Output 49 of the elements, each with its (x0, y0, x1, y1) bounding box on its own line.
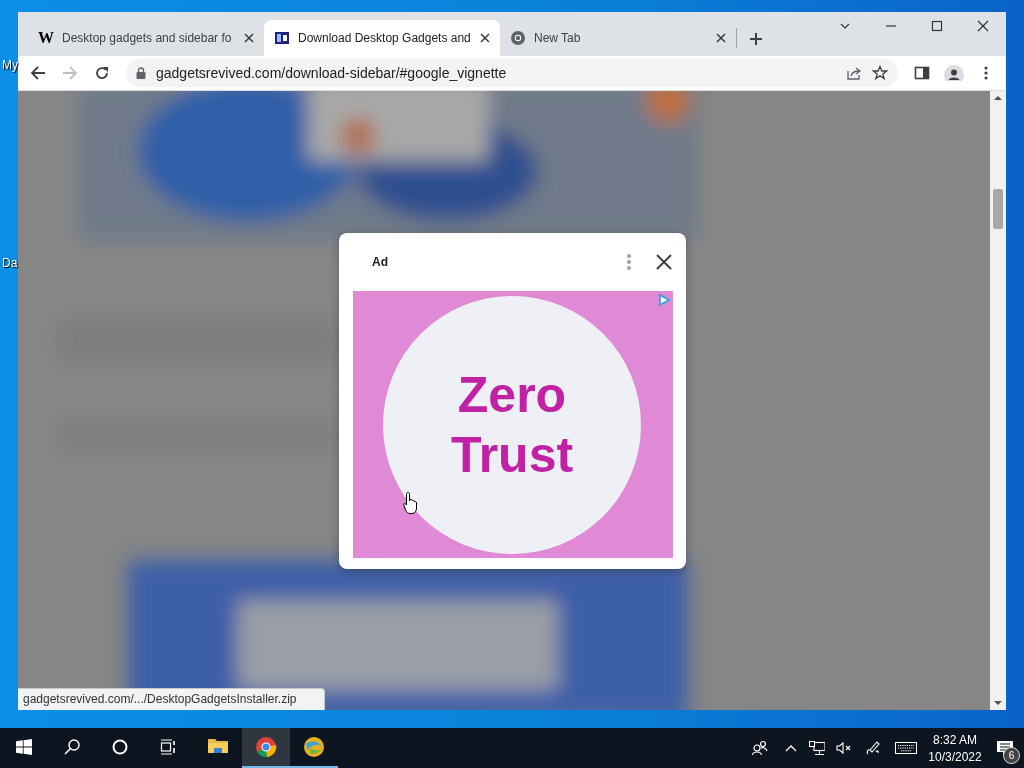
close-icon[interactable] (244, 33, 254, 43)
site-favicon-icon (274, 30, 290, 46)
share-icon[interactable] (846, 65, 862, 81)
close-icon[interactable] (716, 33, 726, 43)
hand-cursor-icon (403, 491, 419, 515)
search-icon[interactable] (64, 739, 80, 755)
browser-tab[interactable]: W Desktop gadgets and sidebar fo (28, 20, 264, 56)
volume-muted-icon[interactable] (835, 741, 851, 755)
lock-icon (136, 67, 146, 79)
side-panel-icon[interactable] (914, 65, 930, 81)
back-icon[interactable] (30, 65, 46, 81)
keyboard-icon[interactable] (895, 742, 917, 754)
favicon-letter: W (38, 30, 54, 46)
chrome-icon[interactable] (255, 736, 277, 758)
maximize-icon[interactable] (931, 20, 943, 32)
notification-count-badge: 6 (1003, 747, 1020, 764)
profile-icon[interactable] (944, 65, 964, 81)
ad-label: Ad (372, 255, 388, 269)
task-view-icon[interactable] (160, 739, 176, 755)
new-tab-icon[interactable] (749, 32, 763, 46)
chevron-up-icon[interactable] (785, 744, 797, 752)
close-icon[interactable] (480, 33, 490, 43)
start-icon[interactable] (16, 739, 32, 755)
pen-icon[interactable] (864, 740, 880, 756)
browser-tab[interactable]: New Tab (500, 20, 736, 56)
swirl-ball-icon[interactable] (303, 736, 325, 758)
more-options-icon[interactable] (626, 253, 632, 271)
clock-date[interactable]: 10/3/2022 (928, 749, 982, 764)
ad-headline: Zero Trust (449, 365, 575, 485)
tab-title: New Tab (534, 31, 582, 45)
network-icon[interactable] (809, 741, 825, 755)
adchoices-icon[interactable] (657, 293, 671, 307)
status-url: gadgetsrevived.com/.../DesktopGadgetsInstaller.zip (18, 688, 326, 710)
clock-time[interactable]: 8:32 AM (933, 732, 977, 747)
scrollbar-thumb[interactable] (993, 189, 1003, 229)
tab-title: Desktop gadgets and sidebar fo (62, 31, 233, 45)
tab-title: Download Desktop Gadgets and (298, 31, 472, 45)
browser-tab[interactable]: Download Desktop Gadgets and (264, 20, 500, 56)
reload-icon[interactable] (94, 65, 110, 81)
close-icon[interactable] (977, 20, 989, 32)
circle-icon[interactable] (112, 739, 128, 755)
address-bar[interactable]: gadgetsrevived.com/download-sidebar/#google_vignette (126, 59, 898, 87)
chrome-favicon-icon (510, 30, 526, 46)
url-text: gadgetsrevived.com/download-sidebar/#google_vignette (156, 65, 508, 81)
ad-banner[interactable]: Zero Trust (353, 291, 673, 558)
taskbar-button[interactable] (242, 728, 290, 768)
close-icon[interactable] (656, 254, 672, 270)
people-icon[interactable] (752, 740, 768, 756)
star-icon[interactable] (872, 65, 888, 81)
